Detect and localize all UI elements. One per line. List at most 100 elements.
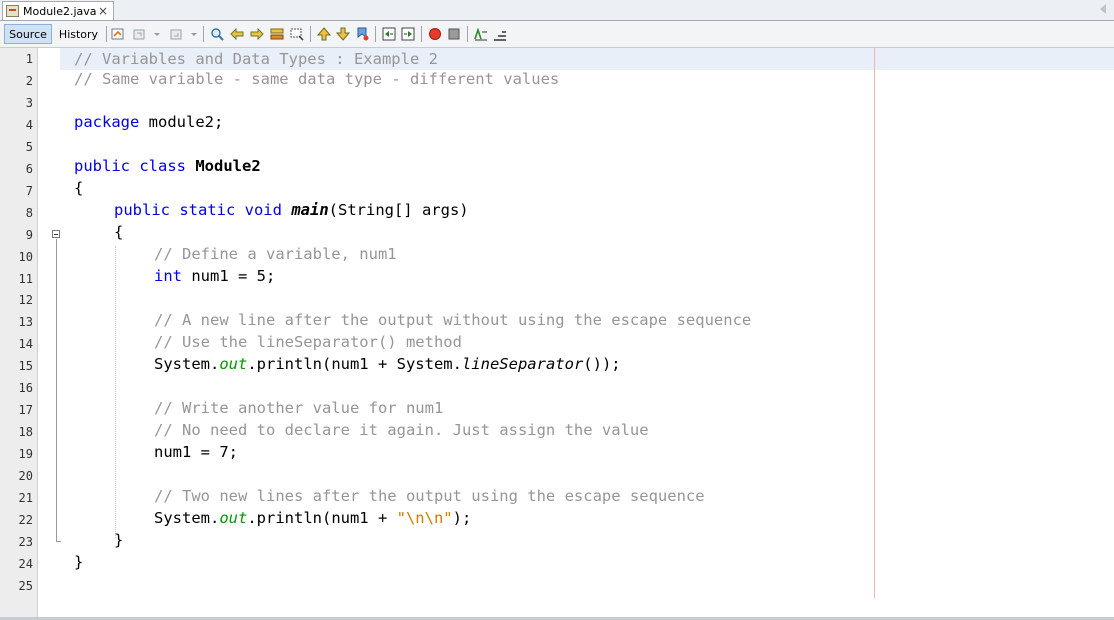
- line-number: 22: [18, 512, 33, 527]
- code-line-23: }: [114, 529, 123, 551]
- source-view-tab[interactable]: Source: [4, 24, 52, 44]
- code-line-7: {: [74, 177, 83, 199]
- previous-bookmark-icon[interactable]: [317, 27, 331, 41]
- comment: // Two new lines after the output using …: [154, 487, 705, 505]
- line-number: 18: [18, 425, 33, 440]
- line-number: 10: [18, 249, 33, 264]
- line-number-gutter: 1 2 3 4 5 6 7 8 9 10 11 12 13 14 15 16 17 18 19 20 21 22 23 24 2…: [0, 48, 38, 618]
- back-dropdown-icon[interactable]: [153, 27, 161, 41]
- code-line-13: // A new line after the output without u…: [154, 309, 751, 331]
- code-text: }: [114, 531, 124, 549]
- code-text: (String[] args): [328, 201, 469, 219]
- keyword: public class: [74, 157, 186, 175]
- comment: // A new line after the output without u…: [154, 311, 752, 329]
- code-line-10: // Define a variable, num1: [154, 243, 397, 265]
- find-selection-icon[interactable]: [270, 27, 284, 41]
- toolbar-separator: [203, 26, 204, 42]
- code-line-1: // Variables and Data Types : Example 2: [74, 48, 438, 70]
- line-number: 15: [18, 359, 33, 374]
- line-number: 21: [18, 491, 33, 505]
- code-line-8: public static void main(String[] args): [114, 199, 469, 221]
- code-text: {: [114, 223, 124, 241]
- code-text-area[interactable]: // Variables and Data Types : Example 2 …: [74, 48, 1114, 618]
- code-text: num1 = 7;: [154, 443, 238, 461]
- line-number: 11: [18, 271, 33, 286]
- find-icon[interactable]: [210, 27, 224, 41]
- line-number: 8: [25, 205, 33, 220]
- code-text: );: [452, 509, 472, 527]
- line-number: 25: [18, 578, 33, 593]
- code-line-9: {: [114, 221, 123, 243]
- code-text: module2;: [139, 113, 224, 131]
- editor-tab-bar: Module2.java ×: [0, 0, 1114, 21]
- code-text: System.: [154, 355, 220, 373]
- line-number: 2: [25, 73, 33, 88]
- code-line-14: // Use the lineSeparator() method: [154, 331, 462, 353]
- code-text: .println(num1 +: [247, 509, 397, 527]
- history-view-tab[interactable]: History: [56, 24, 101, 44]
- code-text: .println(num1 + System.: [247, 355, 462, 373]
- line-number: 24: [18, 556, 33, 571]
- keyword: int: [154, 267, 182, 285]
- comment: // Write another value for num1: [154, 399, 444, 417]
- fold-range-line: [56, 239, 57, 541]
- find-previous-icon[interactable]: [230, 27, 244, 41]
- code-line-18: // No need to declare it again. Just ass…: [154, 419, 649, 441]
- code-text: ());: [583, 355, 621, 373]
- uncomment-icon[interactable]: [493, 27, 507, 41]
- forward-dropdown-icon[interactable]: [190, 27, 198, 41]
- comment: // Same variable - same data type - diff…: [74, 70, 560, 88]
- line-number: 16: [18, 381, 33, 396]
- scroll-left-icon[interactable]: [1100, 4, 1106, 14]
- file-tab[interactable]: Module2.java ×: [2, 1, 114, 20]
- line-number: 9: [25, 227, 33, 242]
- line-number: 19: [18, 447, 33, 462]
- code-line-6: public class Module2: [74, 155, 261, 177]
- keyword: public static void: [114, 201, 282, 219]
- toolbar-separator: [310, 26, 311, 42]
- keyword: package: [74, 113, 140, 131]
- static-field: out: [219, 355, 248, 373]
- shift-left-icon[interactable]: [382, 27, 396, 41]
- line-number: 6: [25, 161, 33, 176]
- class-name: Module2: [195, 157, 261, 175]
- line-number: 23: [18, 534, 33, 549]
- line-number: 4: [25, 117, 33, 132]
- next-bookmark-icon[interactable]: [336, 27, 350, 41]
- toggle-highlight-icon[interactable]: [290, 27, 304, 41]
- find-next-icon[interactable]: [250, 27, 264, 41]
- toolbar-separator: [106, 26, 107, 42]
- code-line-21: // Two new lines after the output using …: [154, 485, 705, 507]
- comment: // Variables and Data Types : Example 2: [74, 50, 438, 68]
- line-number: 5: [25, 139, 33, 154]
- line-number: 3: [25, 95, 33, 110]
- code-editor[interactable]: 1 2 3 4 5 6 7 8 9 10 11 12 13 14 15 16 17 18 19 20 21 22 23 24 2…: [0, 48, 1114, 618]
- close-tab-icon[interactable]: ×: [98, 5, 108, 17]
- toolbar-separator: [375, 26, 376, 42]
- file-tab-title: Module2.java: [23, 4, 97, 18]
- comment: // Define a variable, num1: [154, 245, 397, 263]
- line-number: 1: [25, 52, 33, 66]
- stop-macro-recording-icon[interactable]: [447, 27, 461, 41]
- shift-right-icon[interactable]: [401, 27, 415, 41]
- start-macro-recording-icon[interactable]: [428, 27, 442, 41]
- comment-icon[interactable]: [474, 27, 488, 41]
- forward-icon[interactable]: [170, 27, 184, 41]
- string-literal: "\n\n": [396, 509, 453, 527]
- code-text: {: [74, 179, 84, 197]
- comment: // No need to declare it again. Just ass…: [154, 421, 649, 439]
- back-icon[interactable]: [133, 27, 147, 41]
- toolbar-separator: [421, 26, 422, 42]
- last-edit-icon[interactable]: [111, 27, 125, 41]
- line-number: 17: [18, 403, 33, 418]
- line-number: 20: [18, 469, 33, 484]
- fold-collapse-icon[interactable]: [52, 230, 60, 238]
- code-line-11: int num1 = 5;: [154, 265, 275, 287]
- editor-toolbar: Source History: [0, 21, 1114, 48]
- code-line-17: // Write another value for num1: [154, 397, 443, 419]
- code-line-4: package module2;: [74, 111, 223, 133]
- toolbar-separator: [467, 26, 468, 42]
- toggle-bookmark-icon[interactable]: [355, 27, 369, 41]
- line-number: 14: [18, 337, 33, 352]
- line-number: 13: [18, 315, 33, 330]
